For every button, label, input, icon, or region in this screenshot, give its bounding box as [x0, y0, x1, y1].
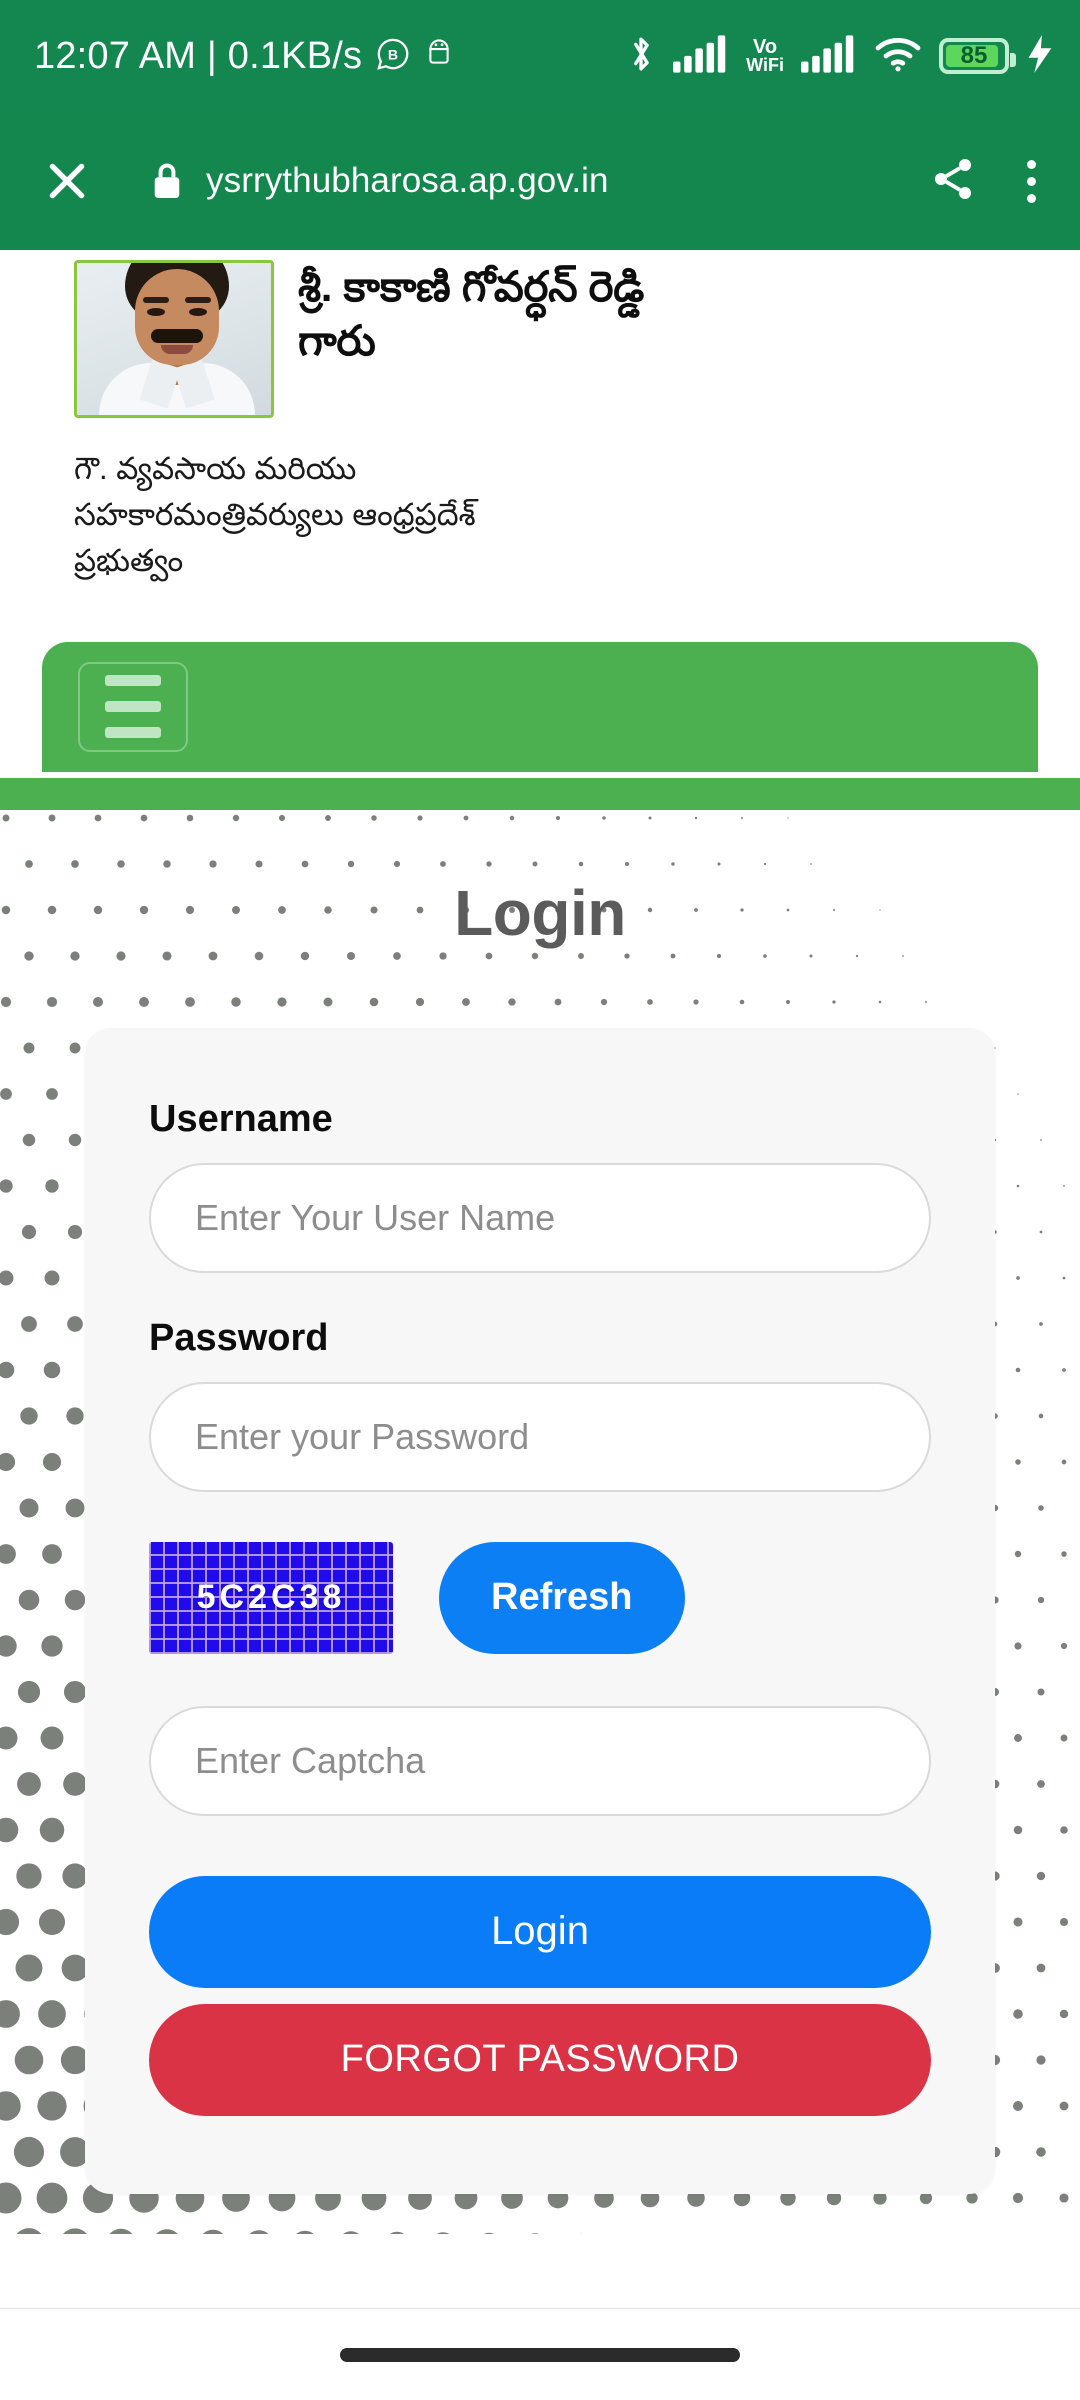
browser-toolbar: ysrrythubharosa.ap.gov.in: [0, 112, 1080, 250]
lock-icon: [150, 160, 184, 202]
forgot-password-button[interactable]: FORGOT PASSWORD: [149, 2003, 931, 2116]
captcha-row: 5C2C38 Refresh: [149, 1541, 931, 1654]
username-label: Username: [149, 1097, 333, 1140]
login-section: Login Username Password 5C2C38 Refresh L…: [0, 809, 1080, 2234]
overflow-menu-icon[interactable]: [1027, 159, 1036, 203]
password-label: Password: [149, 1316, 329, 1359]
minister-name: శ్రీ. కాకాణి గోవర్ధన్ రెడ్డి గారు: [298, 263, 645, 364]
minister-block: శ్రీ. కాకాణి గోవర్ధన్ రెడ్డి గారు: [0, 250, 1080, 418]
site-nav-strip: [0, 777, 1080, 810]
site-nav-wrapper: [0, 641, 1080, 772]
charging-bolt-icon: [1026, 34, 1054, 78]
home-gesture-pill[interactable]: [340, 2347, 740, 2362]
username-input[interactable]: [149, 1162, 931, 1273]
vowifi-line-2: WiFi: [746, 54, 784, 75]
vowifi-icon: Vo WiFi: [746, 37, 784, 75]
status-bar-left: 12:07 AM | 0.1KB/s B: [34, 35, 454, 78]
svg-text:B: B: [388, 47, 398, 63]
login-button[interactable]: Login: [149, 1875, 931, 1988]
minister-designation: గౌ. వ్యవసాయ మరియు సహకారమంత్రివర్యులు ఆంధ…: [74, 451, 476, 578]
status-bar: 12:07 AM | 0.1KB/s B Vo WiFi 85: [0, 0, 1080, 112]
captcha-input-wrapper: [149, 1705, 931, 1816]
signal-bars-icon: [673, 34, 729, 78]
signal-bars-2-icon: [801, 34, 857, 78]
phone-screen: 12:07 AM | 0.1KB/s B Vo WiFi 85 ysrrythu…: [0, 0, 1080, 2400]
minister-photo: [74, 260, 274, 418]
site-nav-bar: [42, 641, 1038, 772]
web-page-content: శ్రీ. కాకాణి గోవర్ధన్ రెడ్డి గారు గౌ. వ్…: [0, 250, 1080, 2400]
android-icon: [424, 38, 454, 75]
login-card: Username Password 5C2C38 Refresh Login F…: [85, 1027, 995, 2194]
share-icon[interactable]: [929, 155, 977, 208]
bluetooth-icon: [626, 33, 656, 80]
captcha-image: 5C2C38: [149, 1541, 393, 1654]
whatsapp-business-icon: B: [376, 37, 410, 76]
captcha-input[interactable]: [149, 1705, 931, 1816]
battery-icon: 85: [939, 38, 1016, 74]
hamburger-menu-icon[interactable]: [78, 661, 188, 752]
status-clock: 12:07 AM | 0.1KB/s: [34, 34, 363, 77]
wifi-icon: [874, 36, 922, 77]
browser-toolbar-actions: [929, 155, 1044, 208]
password-input[interactable]: [149, 1381, 931, 1492]
system-navigation-bar: [0, 2308, 1080, 2400]
refresh-captcha-button[interactable]: Refresh: [439, 1541, 685, 1654]
battery-level: 85: [960, 42, 988, 69]
captcha-code: 5C2C38: [196, 1578, 346, 1617]
page-title: Login: [454, 876, 626, 949]
url-text[interactable]: ysrrythubharosa.ap.gov.in: [206, 161, 609, 201]
status-bar-right: Vo WiFi 85: [626, 33, 1054, 80]
close-icon[interactable]: [36, 156, 98, 206]
